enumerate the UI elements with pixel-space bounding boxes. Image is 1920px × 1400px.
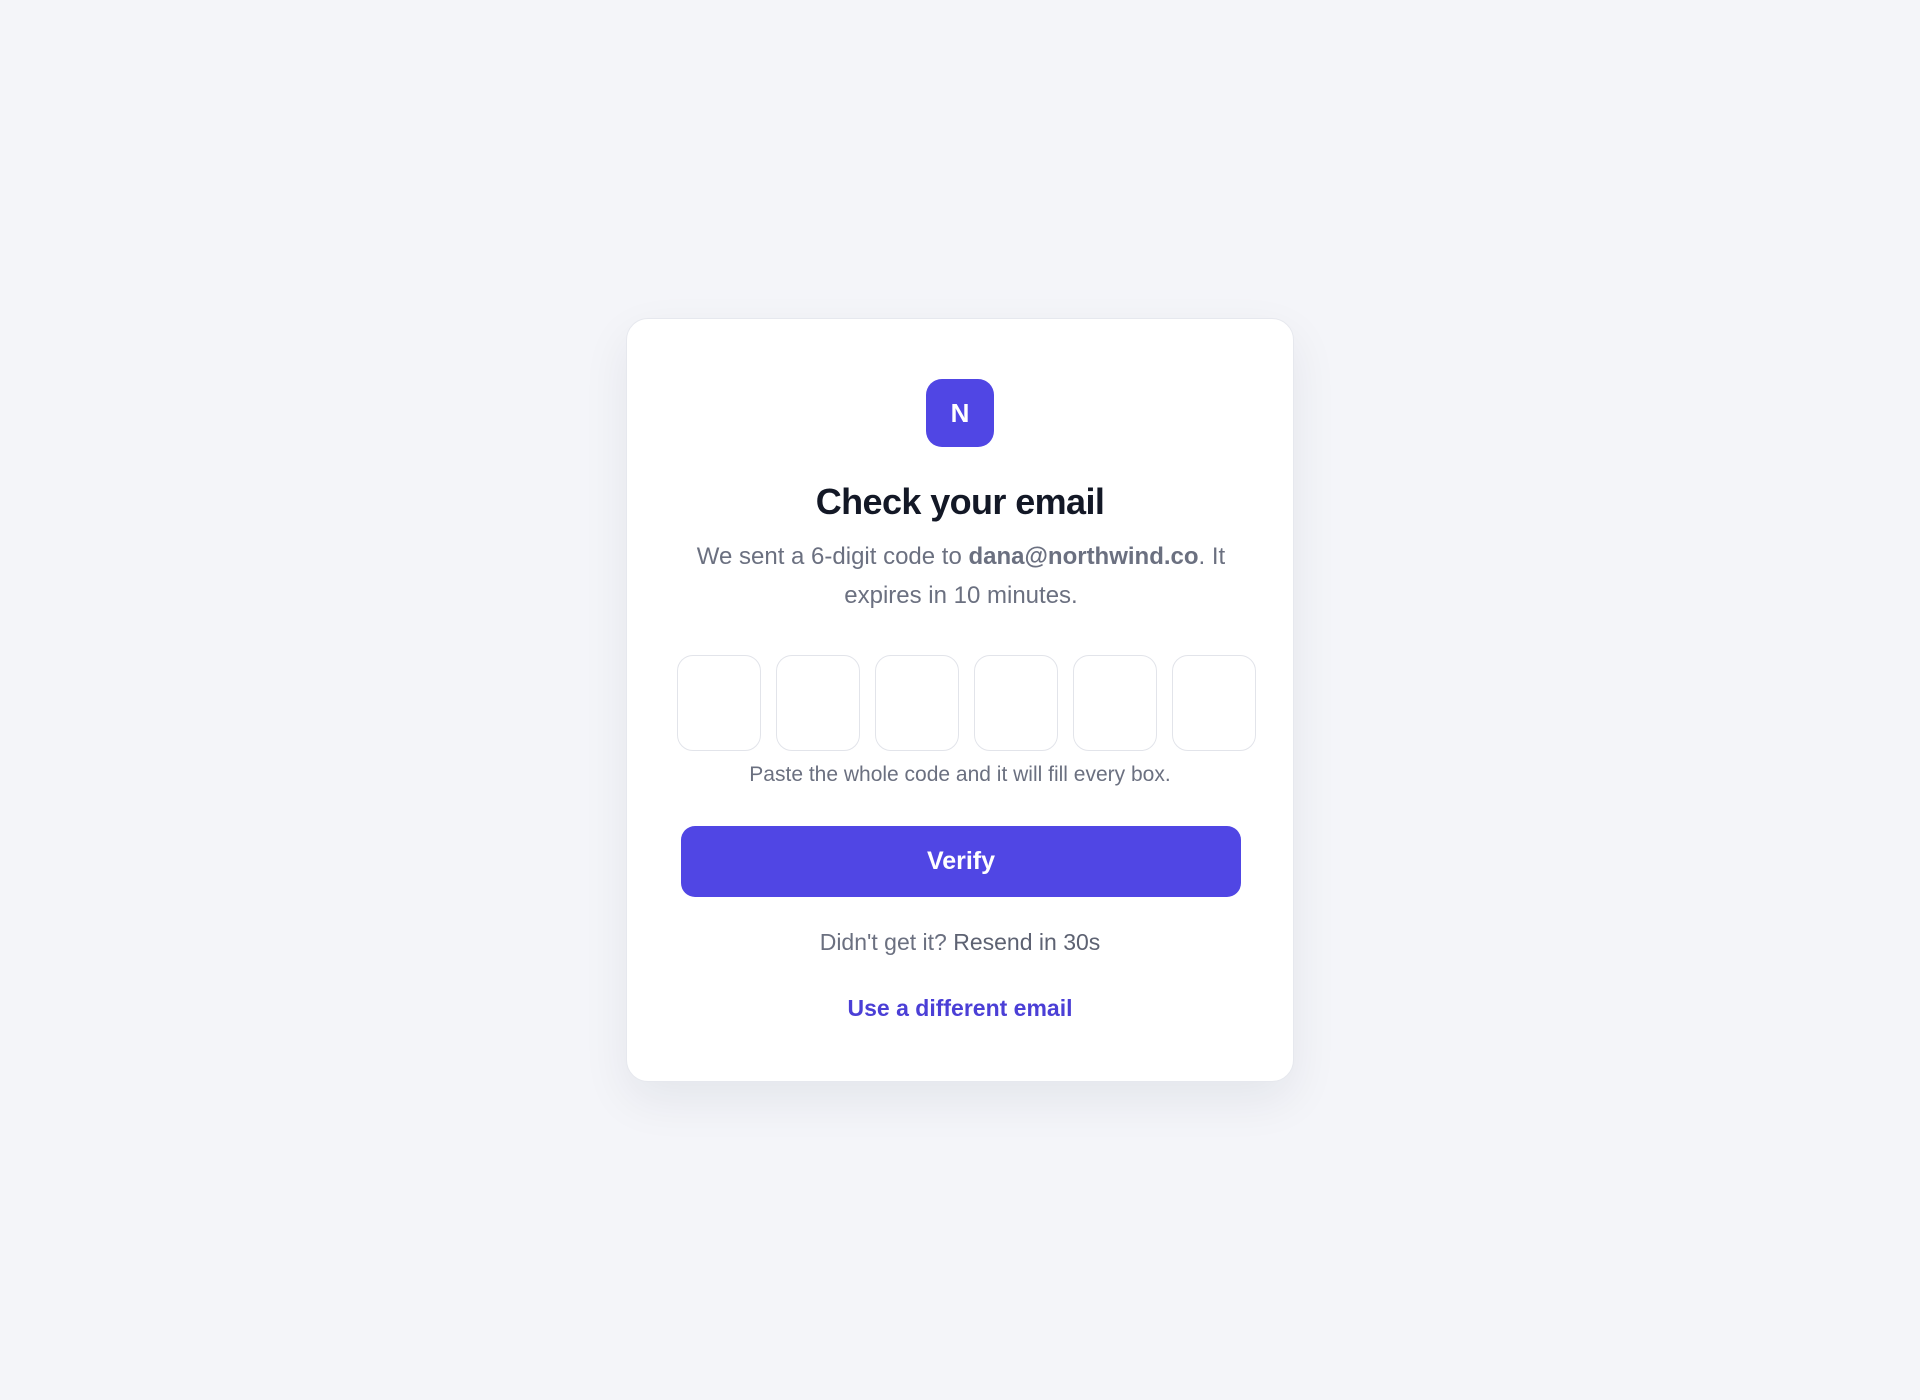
instructions-text: We sent a 6-digit code to dana@northwind… <box>685 537 1237 615</box>
verification-card: N Check your email We sent a 6-digit cod… <box>626 318 1294 1082</box>
otp-digit-6[interactable] <box>1172 655 1256 751</box>
paste-hint: Paste the whole code and it will fill ev… <box>749 763 1171 786</box>
resend-row: Didn't get it? Resend in 30s <box>627 929 1293 956</box>
verify-button[interactable]: Verify <box>681 826 1241 897</box>
otp-digit-3[interactable] <box>875 655 959 751</box>
instructions-prefix: We sent a 6-digit code to <box>696 543 969 570</box>
otp-input-group <box>677 655 1256 751</box>
resend-timer: Resend in 30s <box>953 929 1101 955</box>
otp-digit-2[interactable] <box>776 655 860 751</box>
use-different-email-link[interactable]: Use a different email <box>627 995 1293 1022</box>
otp-digit-5[interactable] <box>1073 655 1157 751</box>
page-title: Check your email <box>815 481 1105 522</box>
brand-logo-letter: N <box>950 397 970 428</box>
brand-logo: N <box>926 379 994 447</box>
resend-prompt: Didn't get it? <box>819 929 954 955</box>
recipient-email: dana@northwind.co <box>968 543 1199 570</box>
otp-digit-4[interactable] <box>974 655 1058 751</box>
otp-digit-1[interactable] <box>677 655 761 751</box>
